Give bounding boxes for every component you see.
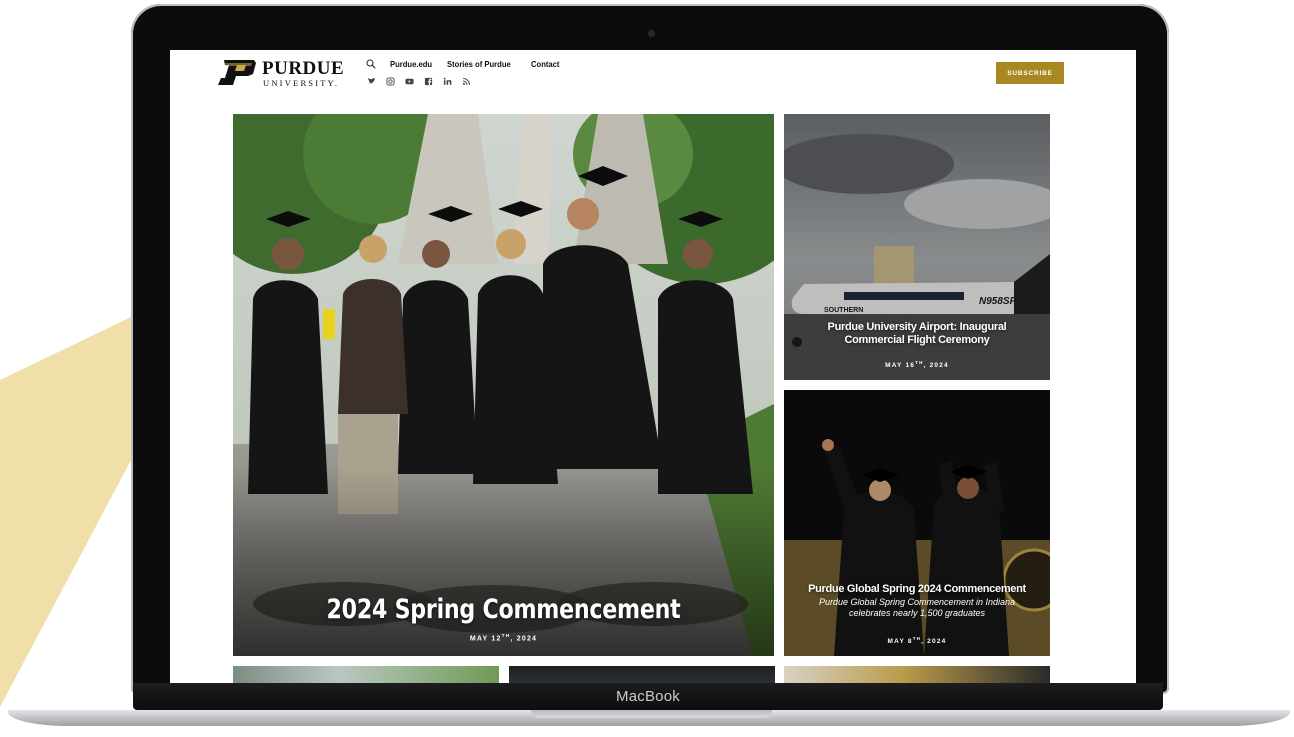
featured-title[interactable]: 2024 Spring Commencement xyxy=(282,594,726,625)
twitter-icon[interactable] xyxy=(367,77,376,86)
youtube-icon[interactable] xyxy=(405,77,414,86)
story-card-airport[interactable]: N958SP SOUTHERN Purdue University Airpor… xyxy=(784,114,1050,380)
linkedin-icon[interactable] xyxy=(443,77,452,86)
logo-wordmark: PURDUE xyxy=(262,58,345,79)
rss-icon[interactable] xyxy=(462,77,471,86)
global-title[interactable]: Purdue Global Spring 2024 Commencement xyxy=(784,583,1050,596)
featured-story-card[interactable]: 2024 Spring Commencement MAY 12TH, 2024 xyxy=(233,114,774,656)
subscribe-button[interactable]: SUBSCRIBE xyxy=(996,62,1064,84)
camera-icon xyxy=(648,30,655,37)
featured-date: MAY 12TH, 2024 xyxy=(469,634,538,643)
nav-purdue-edu[interactable]: Purdue.edu xyxy=(390,59,432,69)
global-description: Purdue Global Spring Commencement in Ind… xyxy=(818,597,1016,618)
purdue-logo[interactable]: PURDUE UNIVERSITY. xyxy=(218,58,358,88)
story-card-global[interactable]: Purdue Global Spring 2024 Commencement P… xyxy=(784,390,1050,656)
purdue-p-icon xyxy=(218,60,256,85)
instagram-icon[interactable] xyxy=(386,77,395,86)
nav-stories-of-purdue[interactable]: Stories of Purdue xyxy=(447,59,511,69)
commencement-photo xyxy=(233,114,774,656)
nav-contact[interactable]: Contact xyxy=(531,59,559,69)
site-header: PURDUE UNIVERSITY. Purdue.edu Stories of… xyxy=(170,50,1136,94)
laptop-notch xyxy=(531,710,772,718)
global-date: MAY 8TH, 2024 xyxy=(887,636,947,646)
facebook-icon[interactable] xyxy=(424,77,433,86)
browser-screen: PURDUE UNIVERSITY. Purdue.edu Stories of… xyxy=(170,50,1136,686)
laptop-brand-label: MacBook xyxy=(616,688,680,705)
search-icon[interactable] xyxy=(366,59,376,69)
logo-subtitle: UNIVERSITY. xyxy=(263,78,340,88)
airport-date: MAY 16TH, 2024 xyxy=(885,360,949,370)
airport-title[interactable]: Purdue University Airport: Inaugural Com… xyxy=(784,321,1050,347)
